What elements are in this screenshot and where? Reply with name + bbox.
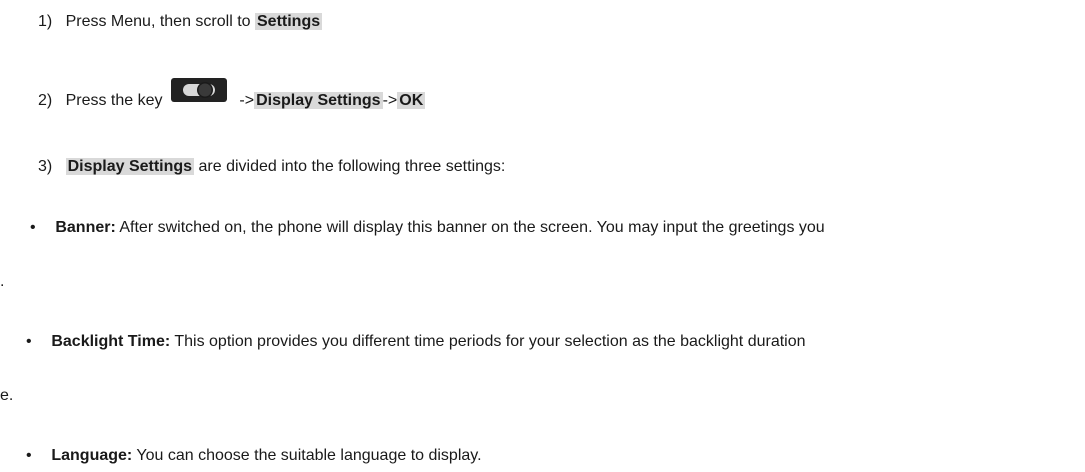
setting-backlight-continuation: e. bbox=[0, 387, 14, 404]
display-settings-highlight: Display Settings bbox=[254, 92, 383, 109]
setting-backlight-time: • Backlight Time: This option provides y… bbox=[26, 332, 806, 352]
settings-highlight: Settings bbox=[255, 13, 323, 30]
bullet: • bbox=[26, 447, 32, 464]
setting-desc: This option provides you different time … bbox=[170, 333, 806, 350]
step-text: Press Menu, then scroll to bbox=[65, 13, 255, 30]
setting-term: Backlight Time: bbox=[51, 333, 171, 350]
step-number: 3) bbox=[38, 158, 53, 175]
arrow: -> bbox=[382, 92, 398, 109]
step-1: 1) Press Menu, then scroll to Settings bbox=[38, 12, 323, 32]
bullet: • bbox=[26, 333, 32, 350]
step-3: 3) Display Settings are divided into the… bbox=[38, 157, 505, 177]
setting-term: Language: bbox=[51, 447, 133, 464]
step-text: are divided into the following three set… bbox=[194, 158, 506, 175]
toggle-key-icon bbox=[170, 78, 229, 106]
setting-language: • Language: You can choose the suitable … bbox=[26, 446, 482, 466]
setting-banner: • Banner: After switched on, the phone w… bbox=[30, 218, 825, 238]
step-2: 2) Press the key -> Display Settings -> OK bbox=[38, 78, 426, 111]
setting-desc: After switched on, the phone will displa… bbox=[115, 219, 825, 236]
setting-banner-continuation: . bbox=[0, 273, 5, 290]
bullet: • bbox=[30, 219, 36, 236]
arrow: -> bbox=[239, 92, 255, 109]
display-settings-highlight: Display Settings bbox=[65, 158, 195, 175]
step-number: 1) bbox=[38, 13, 53, 30]
step-number: 2) bbox=[38, 92, 53, 109]
setting-desc: You can choose the suitable language to … bbox=[132, 447, 482, 464]
step-text: Press the key bbox=[65, 92, 163, 109]
ok-highlight: OK bbox=[397, 92, 426, 109]
setting-term: Banner: bbox=[55, 219, 116, 236]
